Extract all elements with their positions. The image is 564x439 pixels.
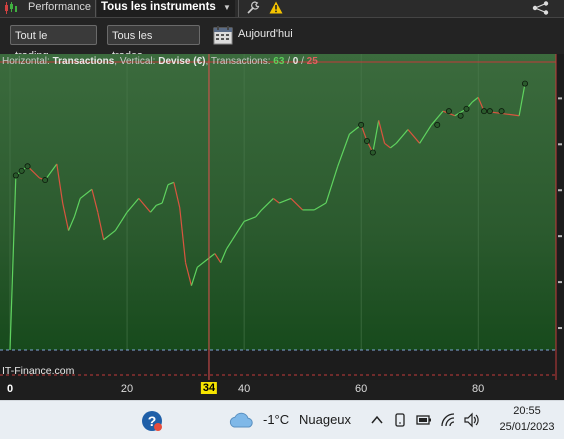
y-tick-mark <box>558 97 562 100</box>
x-tick-label: 80 <box>472 383 485 395</box>
new-high-marker <box>457 112 464 119</box>
x-tick-label: 0 <box>6 383 14 395</box>
weather-condition[interactable]: Nuageux <box>299 412 351 427</box>
x-axis: 0 20 40 60 80 34 <box>0 380 564 400</box>
speaker-icon[interactable] <box>463 412 479 428</box>
flat-count: 0 <box>292 56 299 67</box>
new-high-marker <box>24 163 31 170</box>
sep-1: / <box>287 56 290 67</box>
trading-filter-dropdown[interactable]: Tout le trading▼ <box>10 25 97 62</box>
y-tick-mark <box>558 327 562 330</box>
new-high-marker <box>498 108 505 115</box>
candlestick-icon <box>5 2 17 14</box>
cursor-x-label: 34 <box>200 382 218 394</box>
watermark: IT-Finance.com <box>2 365 75 377</box>
chevron-up-icon[interactable] <box>369 412 385 428</box>
new-high-marker <box>445 108 452 115</box>
wrench-icon <box>247 1 260 14</box>
taskbar: ? -1°C Nuageux 20:55 25/01/2023 <box>0 400 564 439</box>
y-tick-mark <box>558 281 562 284</box>
x-tick-label: 20 <box>120 383 134 395</box>
new-high-marker <box>369 149 376 156</box>
v-value: Devise (€) <box>158 56 206 67</box>
warning-icon <box>269 1 283 14</box>
today-button[interactable]: Aujourd'hui <box>213 24 303 46</box>
battery-icon[interactable] <box>416 412 432 428</box>
device-icon[interactable] <box>392 412 408 428</box>
x-tick-label: 40 <box>237 383 251 395</box>
tab-divider <box>95 0 96 17</box>
new-high-marker <box>363 138 370 145</box>
tab-performance[interactable]: Performance <box>0 0 94 17</box>
h-value: Transactions <box>52 56 115 67</box>
clock-time: 20:55 <box>513 405 541 417</box>
chart-info-line: Horizontal: Transactions, Vertical: Devi… <box>2 56 318 67</box>
tools-button[interactable] <box>244 0 262 17</box>
trades-filter-dropdown[interactable]: Tous les trades▼ <box>107 25 200 62</box>
today-label: Aujourd'hui <box>238 28 293 40</box>
filter-toolbar: Tout le trading▼ Tous les trades▼ Aujour… <box>0 18 564 62</box>
tab-divider <box>238 0 239 17</box>
cloud-icon[interactable] <box>228 411 256 429</box>
new-high-marker <box>434 121 441 128</box>
share-button[interactable] <box>530 0 554 17</box>
tab-bar: Performance Tous les instruments ▼ <box>0 0 564 18</box>
new-high-marker <box>463 105 470 112</box>
tab-all-instruments[interactable]: Tous les instruments ▼ <box>97 0 235 17</box>
sep-2: / <box>301 56 304 67</box>
new-high-marker <box>358 121 365 128</box>
calendar-icon <box>213 26 233 45</box>
warning-button[interactable] <box>268 0 284 17</box>
v-label: , Vertical: <box>114 56 156 67</box>
help-icon[interactable]: ? <box>140 409 164 433</box>
new-high-marker <box>522 80 529 87</box>
h-label: Horizontal: <box>2 56 50 67</box>
wins-count: 63 <box>273 56 285 67</box>
wifi-icon[interactable] <box>440 412 456 428</box>
equity-chart-plot[interactable] <box>0 54 564 380</box>
y-tick-mark <box>558 189 562 192</box>
share-icon <box>532 1 549 15</box>
temperature[interactable]: -1°C <box>263 412 289 427</box>
chevron-down-icon[interactable]: ▼ <box>223 0 231 15</box>
new-high-marker <box>12 172 19 179</box>
losses-count: 25 <box>306 56 318 67</box>
new-high-marker <box>481 108 488 115</box>
new-high-marker <box>42 177 49 184</box>
clock-date: 25/01/2023 <box>499 421 555 433</box>
t-label: , Transactions: <box>205 56 271 67</box>
tab-performance-label: Performance <box>28 1 91 13</box>
system-clock[interactable]: 20:55 25/01/2023 <box>497 403 557 435</box>
new-high-marker <box>18 167 25 174</box>
equity-chart[interactable]: Horizontal: Transactions, Vertical: Devi… <box>0 54 564 380</box>
new-high-marker <box>486 108 493 115</box>
y-tick-mark <box>558 235 562 238</box>
tab-instruments-label: Tous les instruments <box>101 1 216 13</box>
x-tick-label: 60 <box>355 383 368 395</box>
y-tick-mark <box>558 143 562 146</box>
